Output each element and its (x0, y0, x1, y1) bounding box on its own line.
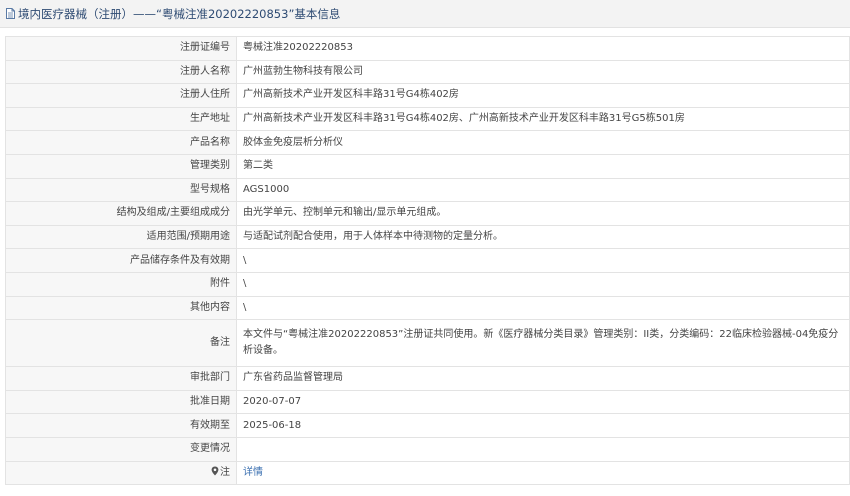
row-label: 备注 (5, 319, 237, 368)
table-row: 适用范围/预期用途 与适配试剂配合使用，用于人体样本中待测物的定量分析。 (5, 224, 850, 250)
row-value: 2020-07-07 (236, 389, 850, 415)
note-row: 注 详情 (5, 460, 850, 486)
row-label: 其他内容 (5, 295, 237, 321)
row-label: 注册证编号 (5, 36, 237, 61)
row-label: 注册人名称 (5, 59, 237, 85)
info-table: 注册证编号 粤械注准20202220853 注册人名称 广州蓝勃生物科技有限公司 注… (5, 36, 850, 486)
table-row: 产品名称 胶体金免疫层析分析仪 (5, 130, 850, 155)
document-icon (6, 8, 15, 19)
table-row: 附件 \ (5, 271, 850, 297)
row-value: 本文件与“粤械注准20202220853”注册证共同使用。新《医疗器械分类目录》… (236, 319, 850, 368)
row-value: 广州高新技术产业开发区科丰路31号G4栋402房、广州高新技术产业开发区科丰路3… (236, 106, 850, 132)
table-row: 备注 本文件与“粤械注准20202220853”注册证共同使用。新《医疗器械分类目… (5, 319, 850, 368)
pin-icon (211, 466, 219, 476)
row-label: 有效期至 (5, 413, 237, 438)
row-label: 注册人住所 (5, 83, 237, 108)
row-value: 广州高新技术产业开发区科丰路31号G4栋402房 (236, 83, 850, 108)
row-label: 产品储存条件及有效期 (5, 248, 237, 273)
note-label-cell: 注 (5, 460, 237, 486)
row-label: 结构及组成/主要组成成分 (5, 201, 237, 226)
table-row: 其他内容 \ (5, 295, 850, 321)
table-row: 产品储存条件及有效期 \ (5, 248, 850, 273)
table-row: 有效期至 2025-06-18 (5, 413, 850, 438)
table-row: 变更情况 (5, 436, 850, 462)
table-row: 结构及组成/主要组成成分 由光学单元、控制单元和输出/显示单元组成。 (5, 201, 850, 226)
row-value: 由光学单元、控制单元和输出/显示单元组成。 (236, 201, 850, 226)
row-label: 型号规格 (5, 177, 237, 203)
row-value: 广东省药品监督管理局 (236, 366, 850, 391)
details-link[interactable]: 详情 (243, 467, 263, 478)
row-value (236, 436, 850, 462)
table-row: 批准日期 2020-07-07 (5, 389, 850, 415)
row-value: 胶体金免疫层析分析仪 (236, 130, 850, 155)
table-row: 注册人名称 广州蓝勃生物科技有限公司 (5, 59, 850, 85)
row-label: 产品名称 (5, 130, 237, 155)
row-value: 2025-06-18 (236, 413, 850, 438)
row-label: 审批部门 (5, 366, 237, 391)
row-label: 管理类别 (5, 153, 237, 179)
row-label: 适用范围/预期用途 (5, 224, 237, 250)
row-value: \ (236, 248, 850, 273)
row-label: 变更情况 (5, 436, 237, 462)
row-label: 批准日期 (5, 389, 237, 415)
row-value: 粤械注准20202220853 (236, 36, 850, 61)
table-row: 审批部门 广东省药品监督管理局 (5, 366, 850, 391)
row-label: 生产地址 (5, 106, 237, 132)
row-value: 与适配试剂配合使用，用于人体样本中待测物的定量分析。 (236, 224, 850, 250)
table-row: 注册证编号 粤械注准20202220853 (5, 36, 850, 61)
row-value: \ (236, 295, 850, 321)
page-title: 境内医疗器械（注册）——“粤械注准20202220853”基本信息 (18, 6, 341, 21)
note-label: 注 (220, 466, 230, 478)
table-row: 注册人住所 广州高新技术产业开发区科丰路31号G4栋402房 (5, 83, 850, 108)
row-value: \ (236, 271, 850, 297)
note-value-cell: 详情 (236, 460, 850, 486)
page-header: 境内医疗器械（注册）——“粤械注准20202220853”基本信息 (0, 0, 850, 28)
table-row: 管理类别 第二类 (5, 153, 850, 179)
table-row: 生产地址 广州高新技术产业开发区科丰路31号G4栋402房、广州高新技术产业开发区… (5, 106, 850, 132)
row-value: 广州蓝勃生物科技有限公司 (236, 59, 850, 85)
row-label: 附件 (5, 271, 237, 297)
row-value: 第二类 (236, 153, 850, 179)
table-row: 型号规格 AGS1000 (5, 177, 850, 203)
row-value: AGS1000 (236, 177, 850, 203)
